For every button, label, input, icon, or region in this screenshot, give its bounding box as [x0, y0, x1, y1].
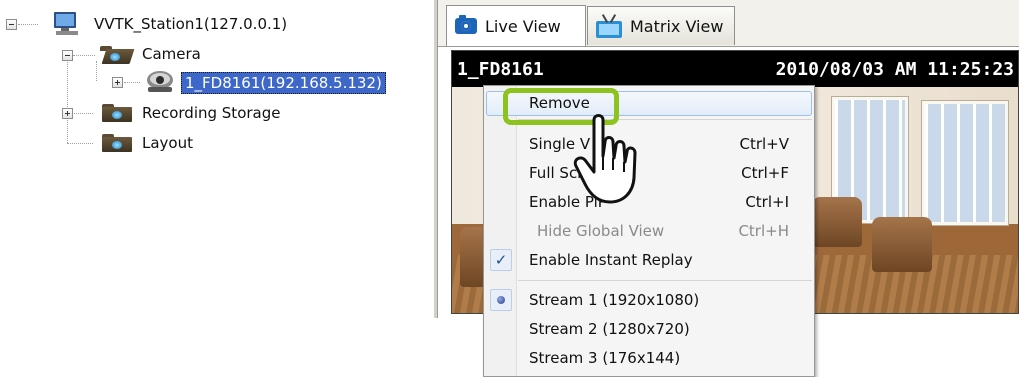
device-tree: VVTK_Station1(127.0.0.1) Camera 1_FD8161… — [0, 0, 430, 364]
expand-toggle-camera-item[interactable] — [112, 77, 123, 88]
video-info-bar: 1_FD8161 2010/08/03 AM 11:25:23 — [452, 51, 1018, 87]
menu-separator — [518, 280, 812, 281]
tree-line — [18, 24, 38, 25]
check-icon: ✓ — [490, 249, 512, 271]
menu-item-hide-global-view: Hide Global View Ctrl+H — [484, 217, 814, 246]
tree-line — [67, 56, 68, 143]
camera-icon — [455, 15, 477, 34]
menu-item-label: Stream 2 (1280x720) — [529, 320, 690, 338]
menu-item-shortcut: Ctrl+I — [745, 193, 789, 211]
open-folder-icon — [100, 44, 135, 64]
view-tab-bar: Live View Matrix View — [438, 0, 1019, 47]
tv-icon — [596, 14, 622, 38]
collapse-toggle-station[interactable] — [6, 19, 17, 30]
storage-folder-icon — [102, 102, 132, 122]
tab-live-view[interactable]: Live View — [446, 5, 586, 46]
tab-matrix-view[interactable]: Matrix View — [587, 6, 735, 45]
tab-matrix-view-label: Matrix View — [630, 16, 724, 36]
dome-camera-icon — [145, 70, 175, 94]
tab-live-view-label: Live View — [485, 16, 561, 36]
expand-toggle-recording-storage[interactable] — [62, 108, 73, 119]
pointing-hand-icon — [572, 112, 652, 207]
collapse-toggle-camera[interactable] — [62, 50, 73, 61]
tree-item-camera-1[interactable]: 1_FD8161(192.168.5.132) — [181, 72, 386, 94]
tree-item-recording-storage[interactable]: Recording Storage — [142, 103, 280, 123]
menu-item-label: Hide Global View — [537, 222, 665, 240]
scene-chair — [812, 197, 862, 247]
video-timestamp: 2010/08/03 AM 11:25:23 — [775, 59, 1014, 80]
radio-dot-icon — [490, 289, 512, 311]
menu-item-stream-3[interactable]: Stream 3 (176x144) — [484, 344, 814, 373]
menu-item-shortcut: Ctrl+V — [739, 135, 789, 153]
tree-item-camera-folder[interactable]: Camera — [142, 44, 201, 64]
menu-item-stream-1[interactable]: Stream 1 (1920x1080) — [484, 286, 814, 315]
tree-line — [124, 82, 140, 83]
menu-item-label: Stream 1 (1920x1080) — [529, 291, 700, 309]
tree-item-layout[interactable]: Layout — [142, 133, 193, 153]
computer-icon — [52, 11, 82, 37]
scene-chair — [872, 217, 932, 272]
layout-folder-icon — [102, 132, 132, 152]
scene-window — [922, 101, 1008, 225]
tree-line — [67, 143, 93, 144]
tree-line — [96, 61, 97, 81]
menu-item-shortcut: Ctrl+F — [741, 164, 789, 182]
menu-item-label: Enable Instant Replay — [529, 251, 693, 269]
video-camera-name: 1_FD8161 — [457, 59, 544, 80]
tree-item-station[interactable]: VVTK_Station1(127.0.0.1) — [94, 14, 287, 34]
menu-item-shortcut: Ctrl+H — [738, 222, 789, 240]
menu-item-label: Stream 3 (176x144) — [529, 349, 681, 367]
tree-line — [73, 55, 95, 56]
menu-item-enable-instant-replay[interactable]: ✓ Enable Instant Replay — [484, 246, 814, 275]
menu-item-stream-2[interactable]: Stream 2 (1280x720) — [484, 315, 814, 344]
splitter[interactable] — [434, 0, 438, 318]
